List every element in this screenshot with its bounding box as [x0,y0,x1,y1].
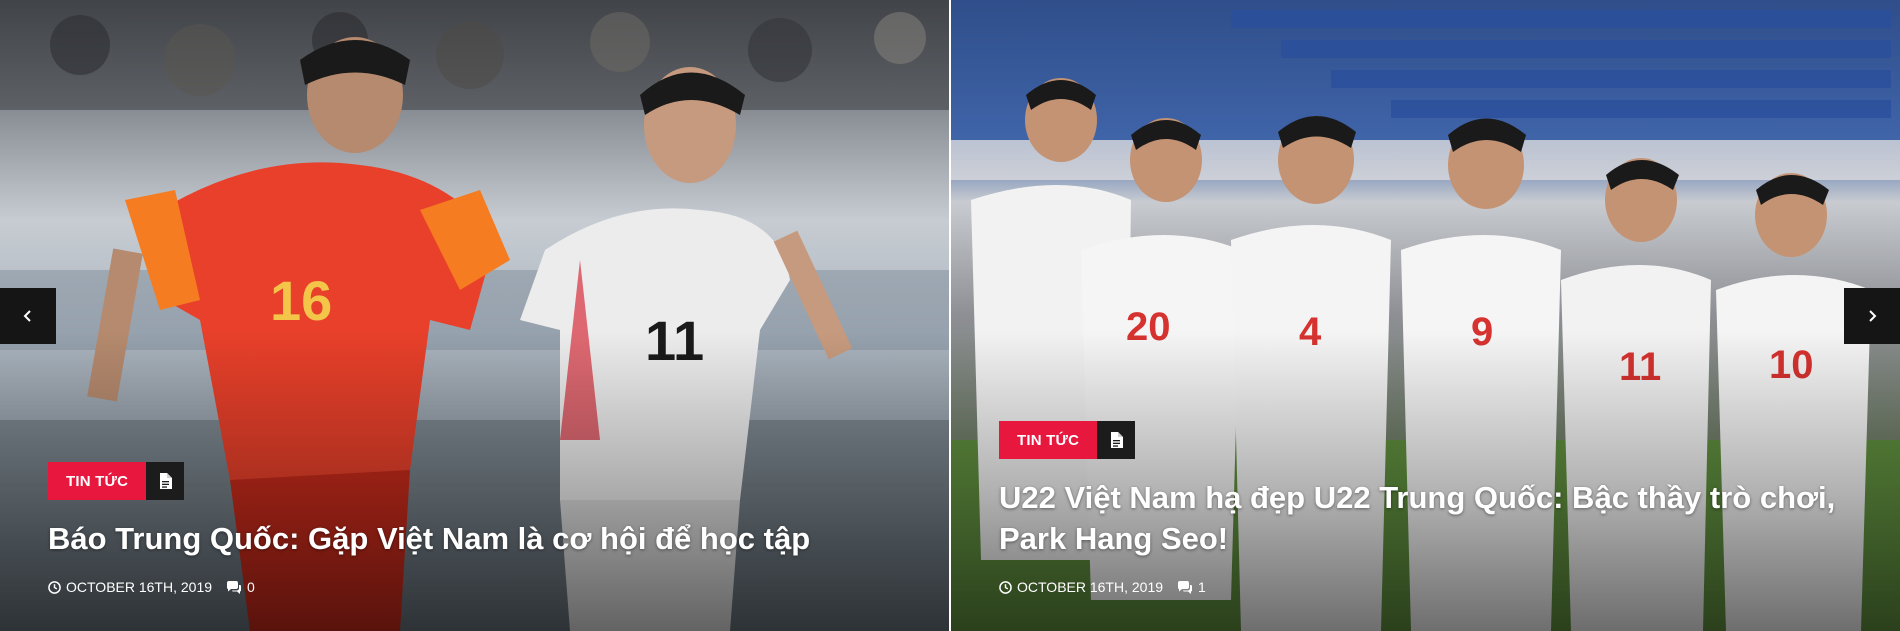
chevron-right-icon [1869,310,1877,322]
featured-slide-1[interactable]: 16 11 TIN TỨC [0,0,949,631]
category-badge[interactable]: TIN TỨC [999,421,1136,459]
featured-slider: 16 11 TIN TỨC [0,0,1900,631]
clock-icon [999,580,1012,594]
category-label[interactable]: TIN TỨC [999,421,1098,459]
date-text: OCTOBER 16TH, 2019 [66,579,213,595]
slide-caption: TIN TỨC U22 Việt Nam hạ đẹp U22 Trung Qu… [999,421,1840,595]
article-meta: OCTOBER 16TH, 2019 0 [48,579,889,595]
article-meta: OCTOBER 16TH, 2019 1 [999,579,1840,595]
document-icon [1097,421,1136,459]
comment-count[interactable]: 1 [1177,579,1206,595]
slider-prev-button[interactable] [0,288,56,344]
comment-count-text: 1 [1198,579,1206,595]
slide-caption: TIN TỨC Báo Trung Quốc: Gặp Việt Nam là … [48,462,889,595]
comments-icon [227,580,242,594]
svg-text:16: 16 [270,269,332,332]
article-title[interactable]: U22 Việt Nam hạ đẹp U22 Trung Quốc: Bậc … [999,477,1840,559]
date-text: OCTOBER 16TH, 2019 [1017,579,1164,595]
chevron-left-icon [23,310,31,322]
featured-slide-2[interactable]: 20 4 9 11 10 [951,0,1900,631]
slider-next-button[interactable] [1844,288,1900,344]
comment-count[interactable]: 0 [226,579,255,595]
article-title[interactable]: Báo Trung Quốc: Gặp Việt Nam là cơ hội đ… [48,518,889,559]
clock-icon [48,580,61,594]
category-badge[interactable]: TIN TỨC [48,462,185,500]
article-date: OCTOBER 16TH, 2019 [999,579,1163,595]
comments-icon [1178,580,1193,594]
category-label[interactable]: TIN TỨC [48,462,147,500]
article-date: OCTOBER 16TH, 2019 [48,579,212,595]
document-icon [146,462,185,500]
comment-count-text: 0 [247,579,255,595]
